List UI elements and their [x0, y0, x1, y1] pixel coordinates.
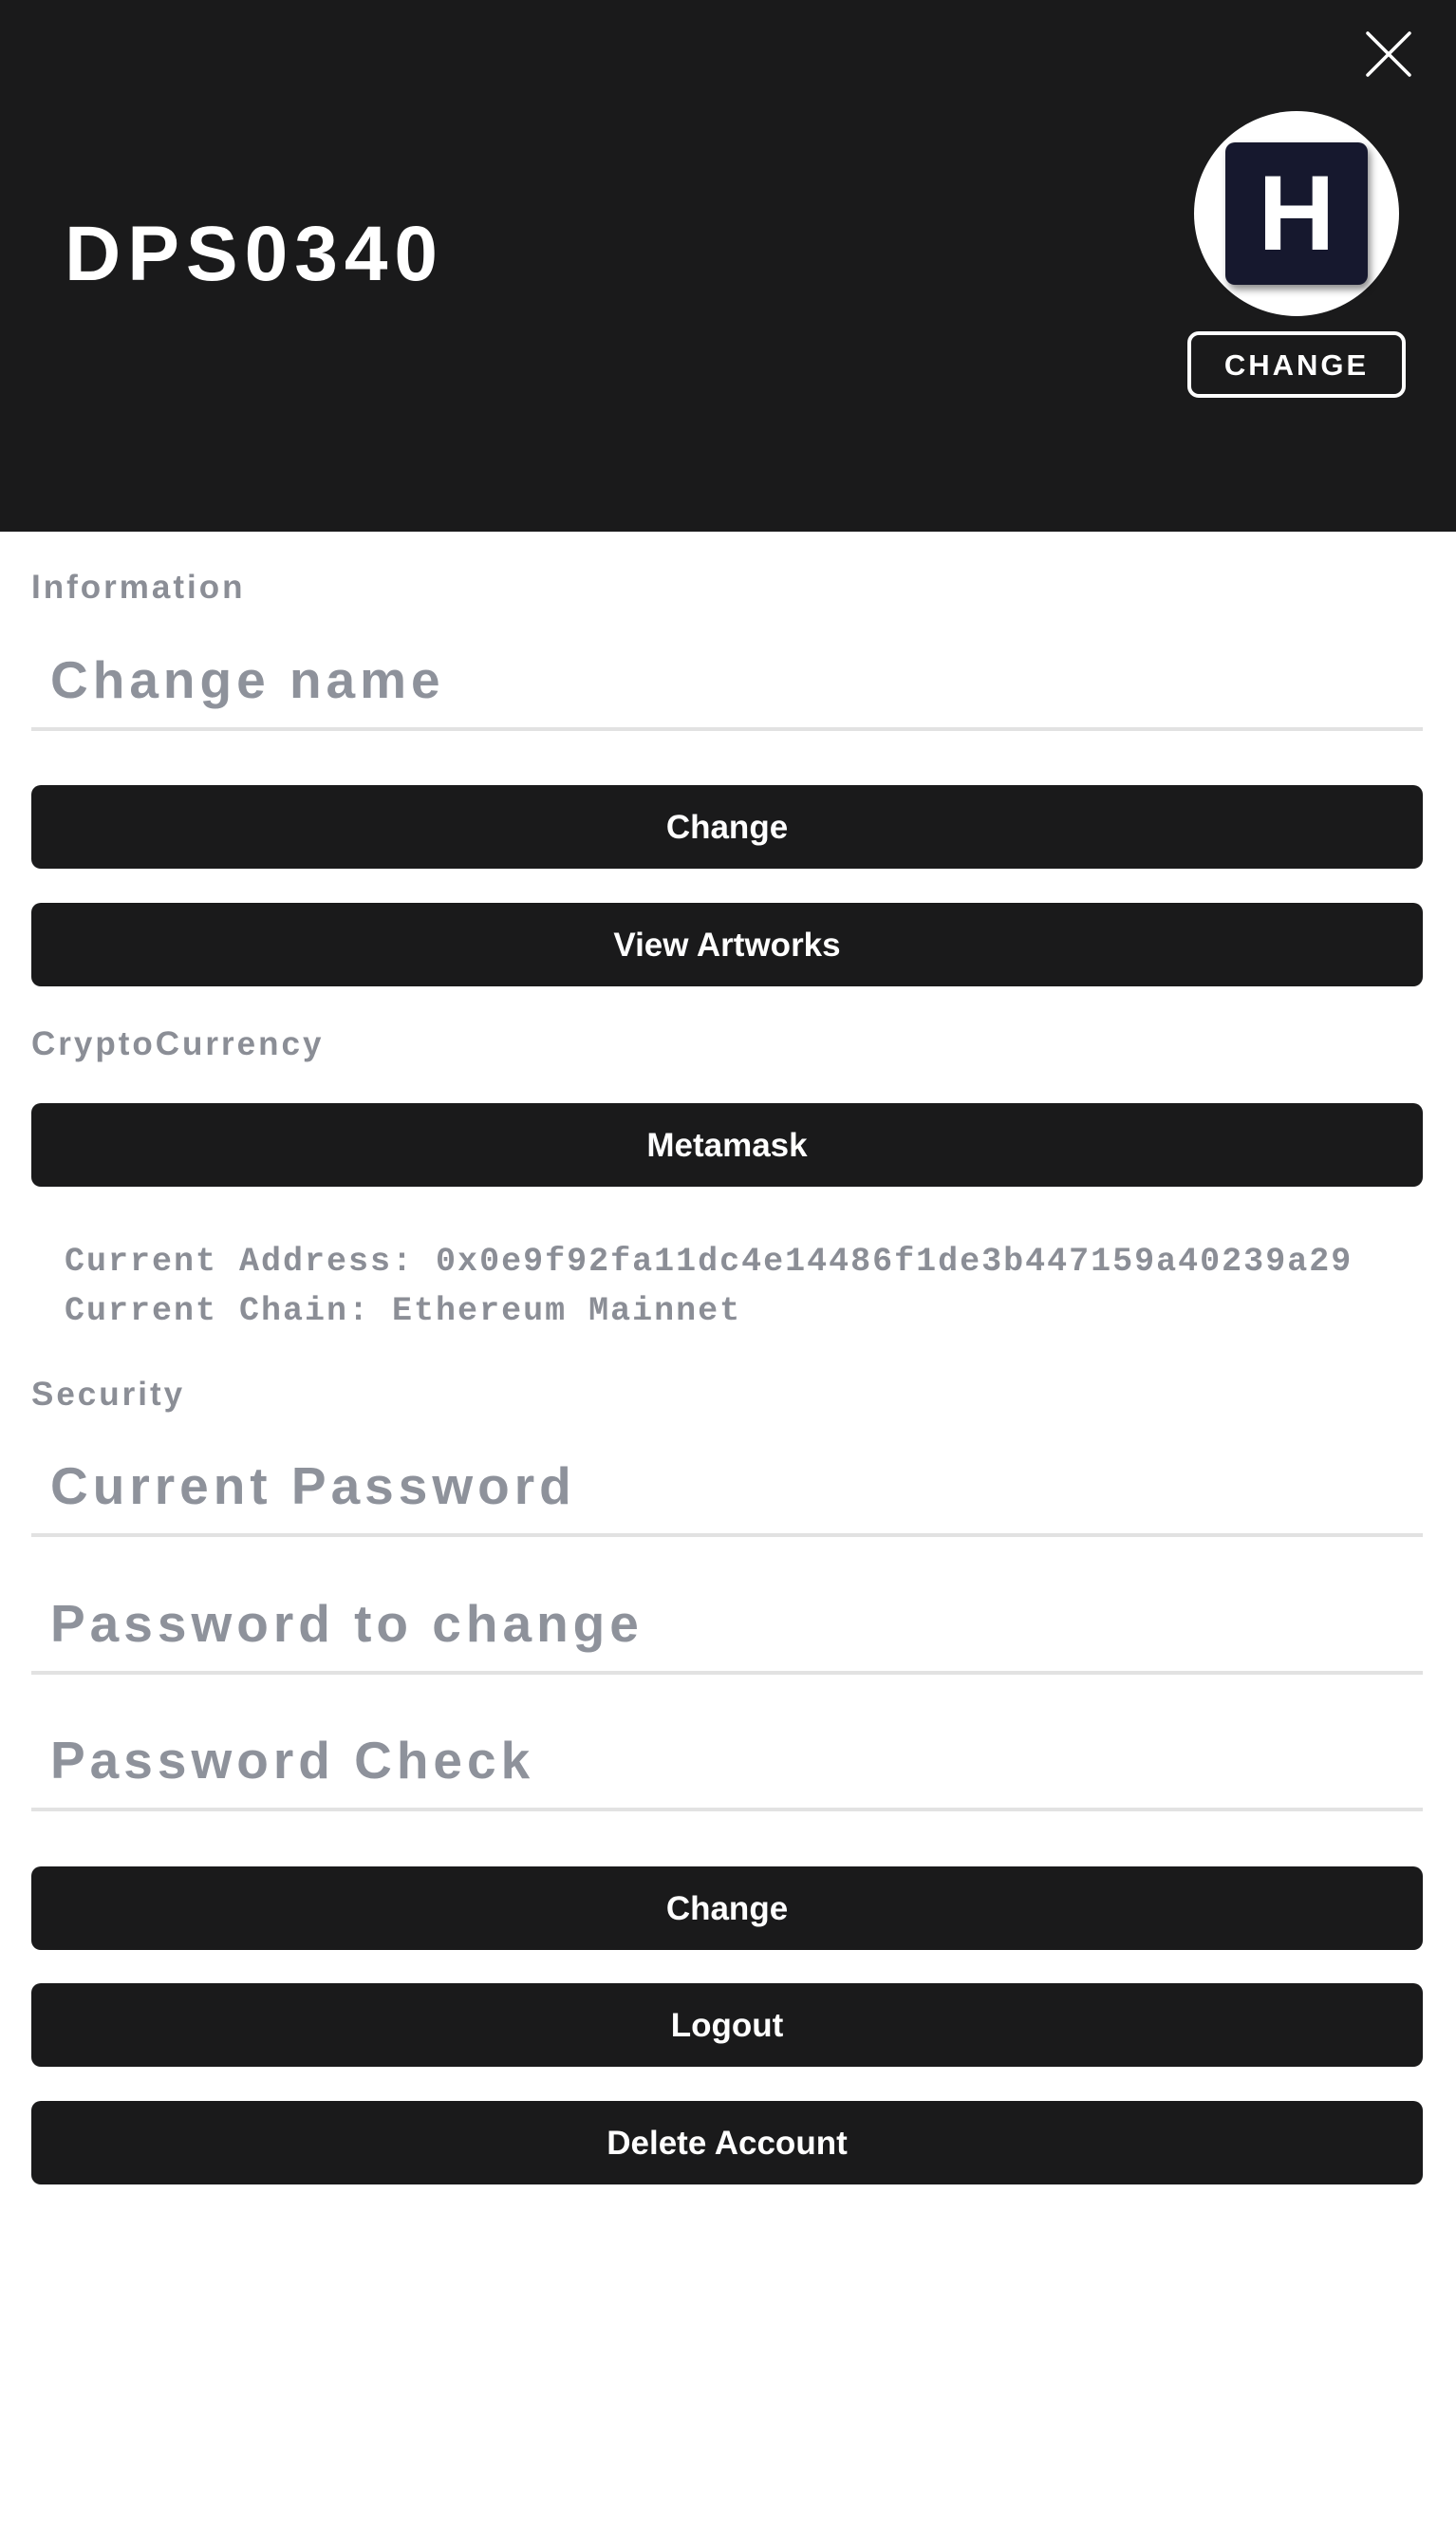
information-section-label: Information [31, 569, 246, 606]
change-name-input[interactable] [48, 632, 1406, 727]
current-chain-text: Current Chain: Ethereum Mainnet [65, 1292, 742, 1330]
new-password-field [31, 1576, 1423, 1675]
delete-account-button[interactable]: Delete Account [31, 2101, 1423, 2184]
logout-button[interactable]: Logout [31, 1983, 1423, 2067]
new-password-input[interactable] [48, 1576, 1406, 1671]
change-avatar-button[interactable]: CHANGE [1187, 331, 1406, 398]
crypto-section-label: CryptoCurrency [31, 1025, 325, 1062]
avatar-letter: H [1225, 142, 1368, 285]
change-name-button[interactable]: Change [31, 785, 1423, 869]
profile-header: DPS0340 H CHANGE [0, 0, 1456, 532]
metamask-button[interactable]: Metamask [31, 1103, 1423, 1187]
avatar: H [1194, 111, 1399, 316]
current-password-input[interactable] [48, 1438, 1406, 1533]
current-password-field [31, 1438, 1423, 1537]
password-check-field [31, 1713, 1423, 1811]
close-icon [1366, 31, 1411, 77]
current-address-text: Current Address: 0x0e9f92fa11dc4e14486f1… [65, 1243, 1353, 1281]
security-section-label: Security [31, 1376, 186, 1413]
change-password-button[interactable]: Change [31, 1866, 1423, 1950]
view-artworks-button[interactable]: View Artworks [31, 903, 1423, 986]
profile-page: DPS0340 H CHANGE Information Change View… [0, 0, 1456, 2531]
change-name-field [31, 632, 1423, 731]
crypto-info: Current Address: 0x0e9f92fa11dc4e14486f1… [65, 1237, 1353, 1336]
username-title: DPS0340 [65, 211, 445, 297]
close-button[interactable] [1363, 28, 1414, 80]
password-check-input[interactable] [48, 1713, 1406, 1808]
